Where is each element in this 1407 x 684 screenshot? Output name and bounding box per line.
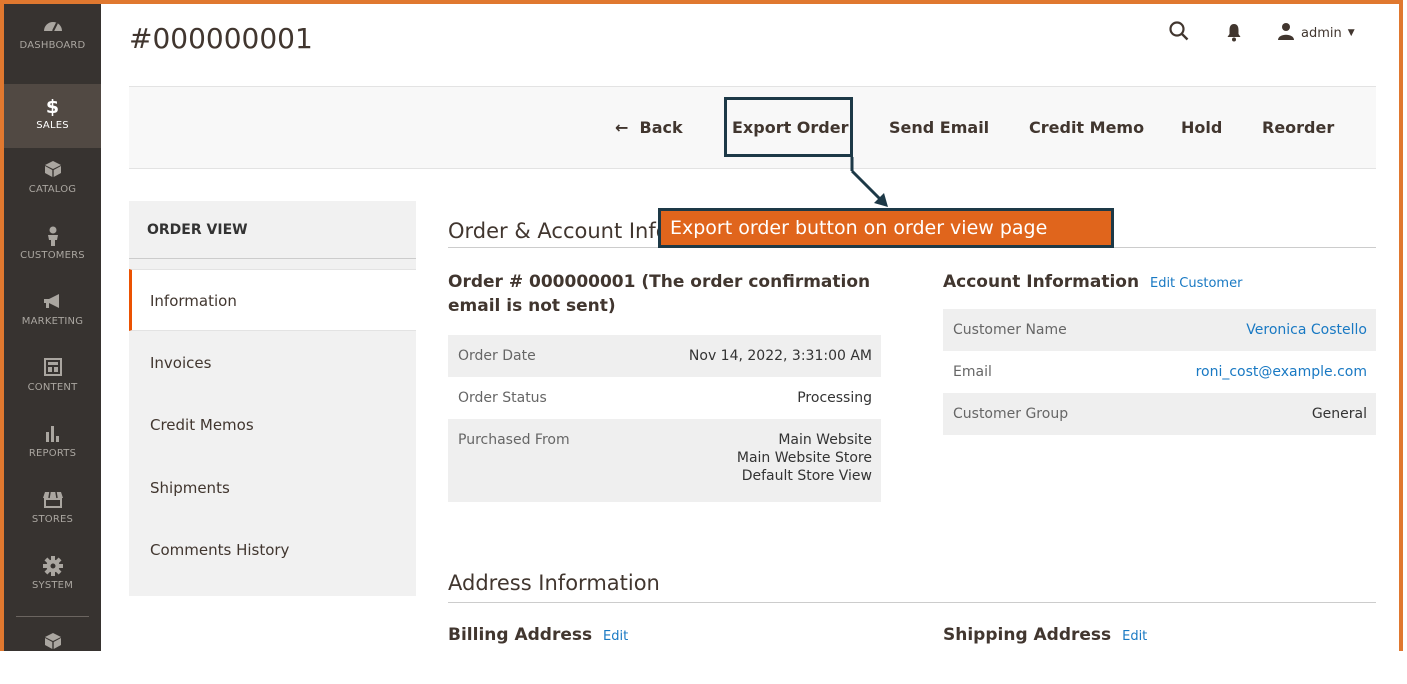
order-status-row: Order Status Processing <box>448 377 881 419</box>
order-status-value: Processing <box>797 390 872 406</box>
dollar-icon: $ <box>45 96 60 118</box>
customer-email-link[interactable]: roni_cost@example.com <box>1196 351 1367 393</box>
callout-arrow-icon <box>850 157 888 207</box>
purchased-store-view: Default Store View <box>741 468 872 484</box>
bar-chart-icon <box>4 424 101 446</box>
order-date-row: Order Date Nov 14, 2022, 3:31:00 AM <box>448 335 881 377</box>
chevron-down-icon: ▼ <box>1347 28 1355 38</box>
back-arrow-icon: ← <box>615 118 629 137</box>
address-section-divider <box>448 602 1376 603</box>
search-icon[interactable] <box>1168 20 1190 42</box>
shipping-address-title: Shipping Address <box>943 625 1112 645</box>
sidebar-divider <box>16 616 89 617</box>
nav-catalog[interactable]: CATALOG <box>4 148 101 212</box>
content-layout-icon <box>4 358 101 380</box>
tab-credit-memos[interactable]: Credit Memos <box>129 394 416 456</box>
send-email-button[interactable]: Send Email <box>889 87 989 168</box>
customer-name-link[interactable]: Veronica Costello <box>1246 309 1367 351</box>
notifications-bell-icon[interactable] <box>1226 22 1242 42</box>
address-section-title: Address Information <box>448 571 660 595</box>
credit-memo-button[interactable]: Credit Memo <box>1029 87 1144 168</box>
tab-comments-history[interactable]: Comments History <box>129 519 416 581</box>
billing-address-title: Billing Address <box>448 625 593 645</box>
purchased-from-value: Main Website Main Website Store Default … <box>737 431 872 485</box>
customer-group-value: General <box>1311 406 1367 422</box>
order-heading: Order # 000000001 (The order confirmatio… <box>448 270 888 318</box>
annotation-callout: Export order button on order view page <box>658 208 1114 248</box>
nav-marketing[interactable]: MARKETING <box>4 280 101 344</box>
customer-name-label: Customer Name <box>953 322 1067 338</box>
reorder-button[interactable]: Reorder <box>1262 87 1334 168</box>
nav-stores[interactable]: STORES <box>4 478 101 542</box>
purchased-from-label: Purchased From <box>458 432 570 448</box>
store-icon <box>4 490 101 512</box>
order-account-section-title: Order & Account Infor <box>448 219 678 243</box>
order-view-tabs: ORDER VIEW Information Invoices Credit M… <box>129 201 416 596</box>
hold-button[interactable]: Hold <box>1181 87 1222 168</box>
account-info-heading: Account Information Edit Customer <box>943 270 1242 296</box>
order-view-title: ORDER VIEW <box>129 201 416 259</box>
customer-email-label: Email <box>953 364 992 380</box>
back-button[interactable]: ← Back <box>615 87 683 168</box>
purchased-website: Main Website <box>778 432 872 448</box>
tab-information[interactable]: Information <box>129 269 416 331</box>
customer-person-icon <box>4 226 101 248</box>
billing-edit-link[interactable]: Edit <box>603 629 628 644</box>
tab-invoices[interactable]: Invoices <box>129 332 416 394</box>
purchased-from-row: Purchased From Main Website Main Website… <box>448 419 881 502</box>
catalog-box-icon <box>4 160 101 182</box>
account-info-title: Account Information <box>943 272 1140 292</box>
nav-system[interactable]: SYSTEM <box>4 544 101 608</box>
nav-reports[interactable]: REPORTS <box>4 412 101 476</box>
admin-user-menu[interactable]: admin ▼ <box>1277 22 1355 44</box>
nav-sales[interactable]: $ SALES <box>4 84 101 148</box>
nav-dashboard[interactable]: DASHBOARD <box>4 4 101 68</box>
page-title: #000000001 <box>129 22 313 55</box>
user-icon <box>1277 22 1295 44</box>
screenshot-frame-left <box>0 0 4 651</box>
back-button-label: Back <box>639 118 683 137</box>
shipping-edit-link[interactable]: Edit <box>1122 629 1147 644</box>
export-order-highlight-box <box>724 97 853 157</box>
customer-group-row: Customer Group General <box>943 393 1376 435</box>
edit-customer-link[interactable]: Edit Customer <box>1150 276 1242 291</box>
customer-email-row: Email roni_cost@example.com <box>943 351 1376 393</box>
nav-customers[interactable]: CUSTOMERS <box>4 214 101 278</box>
nav-content[interactable]: CONTENT <box>4 346 101 410</box>
nav-extensions[interactable] <box>4 620 101 684</box>
order-date-value: Nov 14, 2022, 3:31:00 AM <box>688 348 872 364</box>
admin-username: admin <box>1301 25 1342 41</box>
purchased-store: Main Website Store <box>736 450 872 466</box>
megaphone-icon <box>4 292 101 314</box>
order-status-label: Order Status <box>458 390 547 406</box>
dashboard-icon <box>4 16 101 38</box>
order-date-label: Order Date <box>458 348 536 364</box>
order-heading-line2: email is not sent) <box>448 296 616 316</box>
shipping-address-heading: Shipping Address Edit <box>943 623 1147 649</box>
order-heading-line1: Order # 000000001 (The order confirmatio… <box>448 272 871 292</box>
gear-icon <box>4 556 101 578</box>
tab-shipments[interactable]: Shipments <box>129 457 416 519</box>
customer-group-label: Customer Group <box>953 406 1069 422</box>
billing-address-heading: Billing Address Edit <box>448 623 628 649</box>
admin-sidebar: DASHBOARD $ SALES CATALOG CUSTOMERS MARK… <box>4 4 101 651</box>
customer-name-row: Customer Name Veronica Costello <box>943 309 1376 351</box>
